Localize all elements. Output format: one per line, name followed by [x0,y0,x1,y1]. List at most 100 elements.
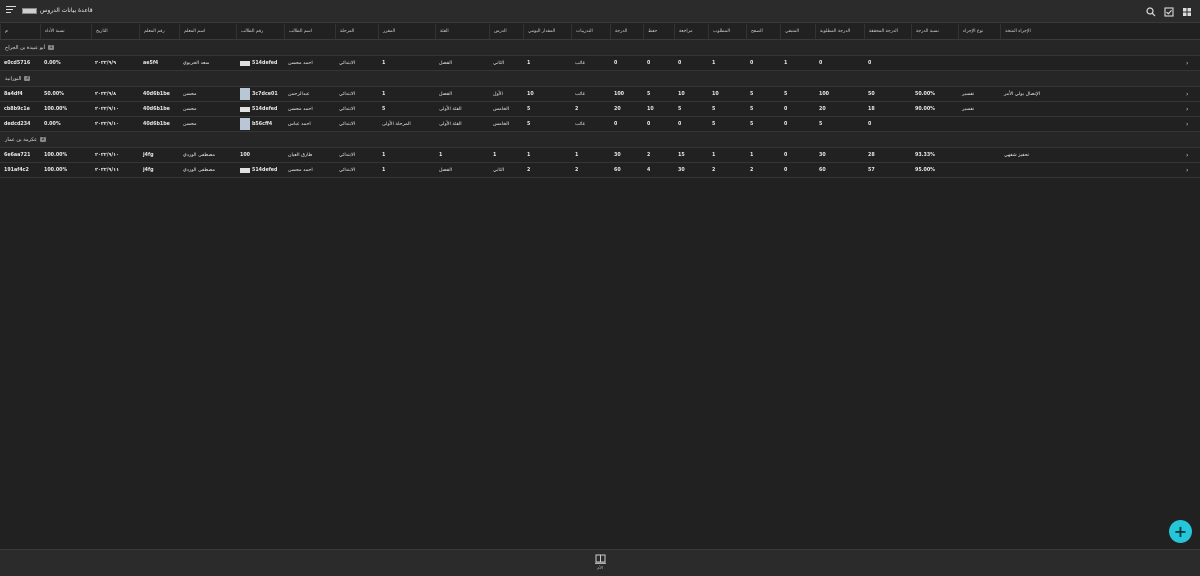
cell-review: 30 [678,167,685,173]
cell-required: 10 [712,91,719,97]
cell-proc [1000,56,1004,70]
table-row[interactable]: e0cd5716 0.00% ٢٠٢٢/٩/٩ ae5f4 سعد الحربو… [0,56,1200,71]
col-header-percent[interactable]: نسبة الدرجة [911,24,958,39]
chevron-right-icon[interactable]: › [1186,87,1188,101]
cell-achieved: 0 [868,60,872,66]
col-header-student[interactable]: اسم الطالب [284,24,335,39]
cell-memorize: 2 [647,152,651,158]
col-header-pages[interactable]: الصفح [746,24,780,39]
grid-view-icon[interactable] [1181,6,1192,17]
chevron-right-icon[interactable]: › [1186,102,1188,116]
cell-stage: الابتدائي [339,121,356,127]
col-header-student-no[interactable]: رقم الطالب [236,24,284,39]
col-header-rate[interactable]: نسبة الأداء [40,24,91,39]
search-icon[interactable] [1145,6,1156,17]
chevron-right-icon[interactable]: › [1186,163,1188,177]
cell-teacher-no: 40d6b1be [143,121,170,127]
table-row[interactable]: cb8b9c1e 100.00% ٢٠٢٢/٩/١٠ 40d6b1be محسن… [0,102,1200,117]
col-header-teacher[interactable]: اسم المعلم [179,24,236,39]
chevron-right-icon[interactable]: › [1186,56,1188,70]
cell-id: 191af4c2 [4,167,29,173]
group-header[interactable]: النورانية 3 [0,71,1200,87]
cell-teacher-no: 40d6b1be [143,106,170,112]
cell-required: 5 [712,121,716,127]
col-header-lesson[interactable]: الدرس [489,24,523,39]
col-header-stage[interactable]: المرحلة [335,24,378,39]
cell-teacher: محسن [183,106,197,112]
chevron-right-icon[interactable]: › [1186,148,1188,162]
cell-grade: 30 [614,152,621,158]
col-header-level[interactable]: المقرر [378,24,435,39]
cell-percent: 93.33% [915,152,935,158]
cell-student: عبدالرحمن [288,91,310,97]
cell-proc-type: تفسير [962,106,975,112]
app-badge-icon [22,7,37,14]
cell-memorize: 0 [647,60,651,66]
cell-req-grade: 20 [819,106,826,112]
cell-pages: 0 [750,60,754,66]
table-row[interactable]: 6e6aa721 100.00% ٢٠٢٢/٩/١٠ j4fg مصطفى ال… [0,148,1200,163]
col-header-id[interactable]: م [0,24,40,39]
cell-req-grade: 100 [819,91,830,97]
cell-rate: 0.00% [44,121,61,127]
cell-lesson: الأول [493,91,503,97]
cell-grade: 60 [614,167,621,173]
cell-proc-type [958,163,962,177]
cell-rate: 50.00% [44,91,64,97]
cell-proc-type: تفسير [962,91,975,97]
nav-item-home[interactable]: الأم [592,554,608,570]
table-row[interactable]: 191af4c2 100.00% ٢٠٢٢/٩/١١ j4fg مصطفى ال… [0,163,1200,178]
table-row[interactable]: dedcd234 0.00% ٢٠٢٢/٩/١٠ 40d6b1be محسن b… [0,117,1200,132]
cell-id: 6e6aa721 [4,152,31,158]
cell-class: الفئة الأولى [439,121,462,127]
chevron-right-icon[interactable]: › [1186,117,1188,131]
col-header-proc-type[interactable]: نوع الإجراء [958,24,1000,39]
cell-id: 8a4df4 [4,91,23,97]
cell-grade: 20 [614,106,621,112]
cell-required: 5 [712,106,716,112]
cell-pages: 5 [750,106,754,112]
col-header-teacher-no[interactable]: رقم المعلم [139,24,179,39]
cell-completed: 5 [784,91,788,97]
cell-rate: 100.00% [44,106,68,112]
col-header-required[interactable]: المطلوب [708,24,746,39]
cell-daily: 1 [527,152,531,158]
cell-teacher: مصطفى الوردي [183,152,216,158]
cell-proc: الإتصال بولي الأمر [1004,91,1041,97]
col-header-achieved[interactable]: الدرجة المحققة [864,24,911,39]
col-header-req-grade[interactable]: الدرجة المطلوبة [815,24,864,39]
cell-class: الفصل [439,60,453,66]
col-header-date[interactable]: التاريخ [91,24,139,39]
cell-daily: 10 [527,91,534,97]
cell-assign: 2 [575,106,579,112]
cell-student-no: 514defed [252,60,278,66]
group-header[interactable]: أبو عبيدة بن الجراح 1 [0,40,1200,56]
cell-proc-type [958,148,962,162]
col-header-daily[interactable]: المقدار اليومي [523,24,571,39]
cell-lesson: الثاني [493,60,505,66]
cell-lesson: الخامس [493,106,510,112]
cell-memorize: 4 [647,167,651,173]
col-header-completed[interactable]: المتبقي [780,24,815,39]
col-header-memorize[interactable]: حفظ [643,24,674,39]
col-header-assign[interactable]: التدريبات [571,24,610,39]
cell-class: الفصل [439,91,453,97]
table-row[interactable]: 8a4df4 50.00% ٢٠٢٢/٩/٨ 40d6b1be محسن 3c7… [0,87,1200,102]
col-header-proc[interactable]: الإجراء المتخذ [1000,24,1186,39]
group-name: أبو عبيدة بن الجراح [5,44,46,51]
menu-icon[interactable] [6,6,16,16]
cell-percent: 50.00% [915,91,935,97]
col-header-class[interactable]: الفئة [435,24,489,39]
group-header[interactable]: عكرمة بن عمار 2 [0,132,1200,148]
cell-student-no: 514defed [252,167,278,173]
cell-date: ٢٠٢٢/٩/١١ [95,167,119,173]
add-button[interactable]: + [1169,520,1192,543]
cell-class: الفئة الأولى [439,106,462,112]
cell-grade: 0 [614,121,618,127]
cell-pages: 5 [750,121,754,127]
col-header-review[interactable]: مراجعة [674,24,708,39]
checkbox-icon[interactable] [1163,6,1174,17]
col-header-grade[interactable]: الدرجة [610,24,643,39]
cell-teacher: سعد الحربوي [183,60,210,66]
toolbar-icons [1145,6,1192,17]
